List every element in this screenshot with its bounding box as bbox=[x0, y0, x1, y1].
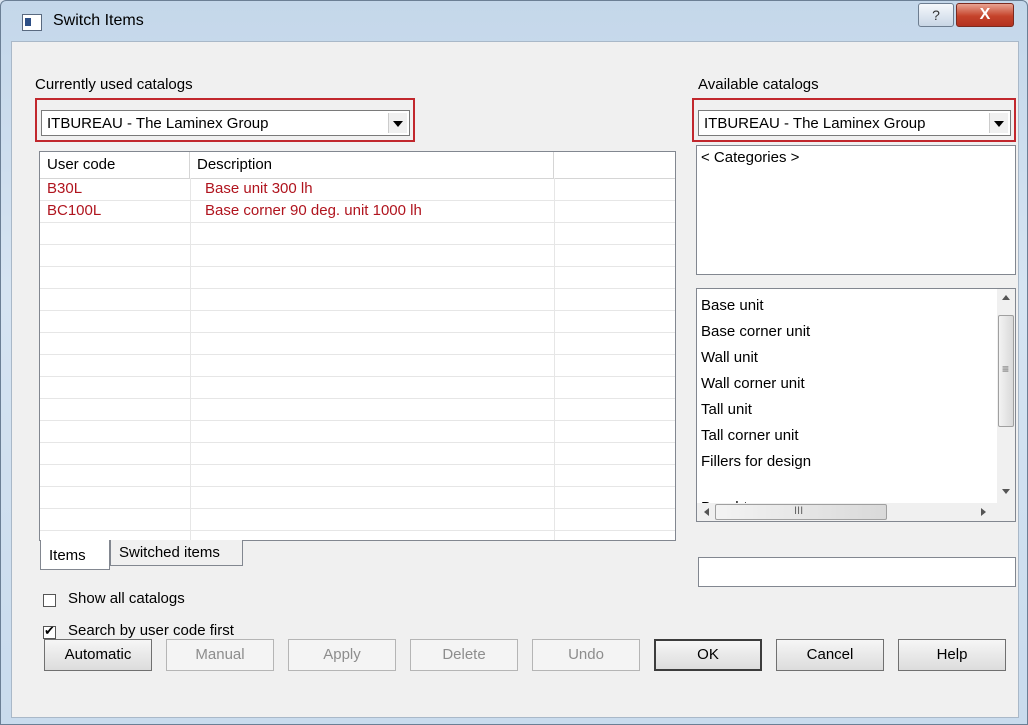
categories-header[interactable]: < Categories > bbox=[701, 149, 799, 166]
undo-button[interactable]: Undo bbox=[532, 639, 640, 671]
tab-items[interactable]: Items bbox=[40, 540, 110, 570]
column-description[interactable]: Description bbox=[190, 152, 554, 178]
table-row-empty bbox=[40, 487, 675, 509]
scroll-up-icon[interactable] bbox=[1002, 295, 1010, 300]
tab-switched-items[interactable]: Switched items bbox=[110, 540, 243, 566]
available-catalog-dropdown[interactable]: ITBUREAU - The Laminex Group bbox=[698, 110, 1011, 136]
row-user-code: B30L bbox=[47, 180, 83, 197]
chevron-down-icon[interactable] bbox=[388, 113, 407, 133]
table-row-empty bbox=[40, 355, 675, 377]
catalog-search-input[interactable] bbox=[698, 557, 1016, 587]
current-catalog-value: ITBUREAU - The Laminex Group bbox=[47, 115, 269, 132]
show-all-catalogs-checkbox[interactable] bbox=[43, 594, 56, 607]
horizontal-scrollbar[interactable]: III bbox=[697, 503, 997, 521]
help-icon[interactable]: ? bbox=[918, 3, 954, 27]
cancel-button[interactable]: Cancel bbox=[776, 639, 884, 671]
category-items-list[interactable]: Base unit Base corner unit Wall unit Wal… bbox=[696, 288, 1016, 522]
switch-items-window: Switch Items ? X Currently used catalogs… bbox=[0, 0, 1028, 725]
search-by-user-code-label[interactable]: Search by user code first bbox=[68, 622, 234, 639]
vertical-scrollbar[interactable]: ≡ bbox=[997, 289, 1015, 503]
window-title: Switch Items bbox=[53, 12, 144, 29]
list-item[interactable]: Fillers for design bbox=[701, 453, 811, 470]
scroll-left-icon[interactable] bbox=[704, 508, 709, 516]
table-row[interactable]: B30L Base unit 300 lh bbox=[40, 179, 675, 201]
dialog-body: Currently used catalogs ITBUREAU - The L… bbox=[11, 41, 1019, 718]
currently-used-catalogs-label: Currently used catalogs bbox=[35, 76, 193, 93]
items-list[interactable]: User code Description B30L Base unit 300… bbox=[39, 151, 676, 541]
delete-button[interactable]: Delete bbox=[410, 639, 518, 671]
table-row-empty bbox=[40, 245, 675, 267]
vertical-scroll-thumb[interactable]: ≡ bbox=[998, 315, 1014, 427]
close-icon[interactable]: X bbox=[956, 3, 1014, 27]
apply-button[interactable]: Apply bbox=[288, 639, 396, 671]
help-button[interactable]: Help bbox=[898, 639, 1006, 671]
row-description: Base corner 90 deg. unit 1000 lh bbox=[205, 202, 422, 219]
table-row-empty bbox=[40, 465, 675, 487]
table-row-empty bbox=[40, 509, 675, 531]
categories-box[interactable]: < Categories > bbox=[696, 145, 1016, 275]
table-row-empty bbox=[40, 223, 675, 245]
table-row-empty bbox=[40, 311, 675, 333]
automatic-button[interactable]: Automatic bbox=[44, 639, 152, 671]
column-empty bbox=[554, 152, 675, 178]
table-row-empty bbox=[40, 377, 675, 399]
show-all-catalogs-label[interactable]: Show all catalogs bbox=[68, 590, 185, 607]
column-user-code[interactable]: User code bbox=[40, 152, 190, 178]
table-row-empty bbox=[40, 333, 675, 355]
list-item[interactable]: Base corner unit bbox=[701, 323, 810, 340]
list-item[interactable]: Wall corner unit bbox=[701, 375, 805, 392]
list-item[interactable]: Tall corner unit bbox=[701, 427, 799, 444]
title-bar[interactable]: Switch Items ? X bbox=[1, 1, 1027, 41]
row-description: Base unit 300 lh bbox=[205, 180, 313, 197]
table-row-empty bbox=[40, 421, 675, 443]
horizontal-scroll-thumb[interactable]: III bbox=[715, 504, 887, 520]
list-item[interactable]: Base unit bbox=[701, 297, 764, 314]
grip-icon: ≡ bbox=[1002, 362, 1010, 376]
list-item[interactable]: Tall unit bbox=[701, 401, 752, 418]
available-catalog-value: ITBUREAU - The Laminex Group bbox=[704, 115, 926, 132]
scroll-down-icon[interactable] bbox=[1002, 489, 1010, 494]
manual-button[interactable]: Manual bbox=[166, 639, 274, 671]
grip-icon: III bbox=[794, 505, 804, 517]
table-row-empty bbox=[40, 399, 675, 421]
table-row-empty bbox=[40, 289, 675, 311]
scroll-right-icon[interactable] bbox=[981, 508, 986, 516]
table-row-empty bbox=[40, 443, 675, 465]
available-catalogs-label: Available catalogs bbox=[698, 76, 819, 93]
current-catalog-dropdown[interactable]: ITBUREAU - The Laminex Group bbox=[41, 110, 410, 136]
search-by-user-code-checkbox[interactable] bbox=[43, 623, 56, 639]
row-user-code: BC100L bbox=[47, 202, 102, 219]
scroll-corner bbox=[997, 503, 1015, 521]
list-header: User code Description bbox=[40, 152, 675, 179]
app-icon bbox=[22, 14, 42, 31]
chevron-down-icon[interactable] bbox=[989, 113, 1008, 133]
ok-button[interactable]: OK bbox=[654, 639, 762, 671]
list-item[interactable]: Wall unit bbox=[701, 349, 758, 366]
table-row[interactable]: BC100L Base corner 90 deg. unit 1000 lh bbox=[40, 201, 675, 223]
table-row-empty bbox=[40, 267, 675, 289]
